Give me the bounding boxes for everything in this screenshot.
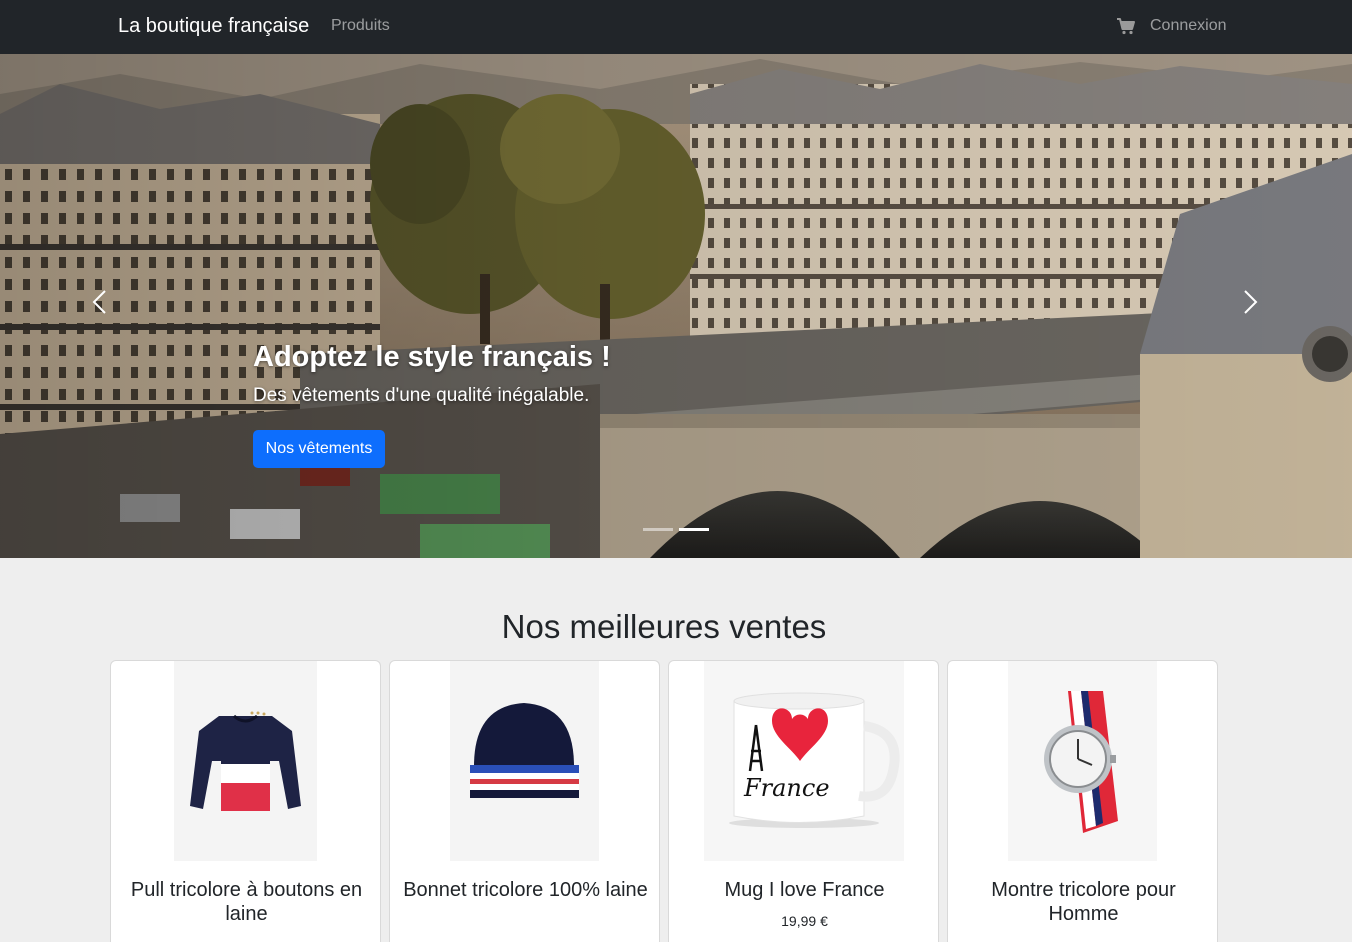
hero-overlay: [0, 54, 1352, 558]
product-price: 19,99 €: [781, 913, 828, 929]
carousel-indicator-2[interactable]: [679, 528, 709, 531]
top-navbar: La boutique française Produits Connexion: [0, 0, 1352, 54]
svg-text:France: France: [743, 774, 830, 802]
login-link[interactable]: Connexion: [1150, 17, 1227, 35]
watch-image[interactable]: [1008, 661, 1157, 861]
product-name[interactable]: Pull tricolore à boutons en laine: [121, 878, 372, 926]
shop-clothes-button[interactable]: Nos vêtements: [253, 430, 385, 468]
carousel-next-icon[interactable]: [1236, 287, 1266, 317]
product-card[interactable]: Montre tricolore pour Homme: [947, 660, 1218, 942]
hero-carousel: Adoptez le style français ! Des vêtement…: [0, 54, 1352, 558]
nav-link-products[interactable]: Produits: [331, 17, 390, 35]
product-name[interactable]: Mug I love France: [679, 878, 930, 902]
carousel-prev-icon[interactable]: [86, 287, 116, 317]
product-card[interactable]: Bonnet tricolore 100% laine: [389, 660, 660, 942]
product-card[interactable]: Pull tricolore à boutons en laine: [110, 660, 381, 942]
cart-icon[interactable]: [1116, 16, 1136, 36]
beanie-image[interactable]: [450, 661, 599, 861]
carousel-indicator-1[interactable]: [643, 528, 673, 531]
mug-image[interactable]: France: [704, 661, 904, 861]
product-name[interactable]: Montre tricolore pour Homme: [958, 878, 1209, 926]
brand-link[interactable]: La boutique française: [118, 15, 309, 38]
product-card[interactable]: France Mug I love France 19,99 €: [668, 660, 939, 942]
bestsellers-title: Nos meilleures ventes: [501, 608, 827, 645]
hero-title: Adoptez le style français !: [253, 341, 611, 373]
hero-subtitle: Des vêtements d'une qualité inégalable.: [253, 385, 590, 406]
product-name[interactable]: Bonnet tricolore 100% laine: [400, 878, 651, 902]
sweater-image[interactable]: [174, 661, 317, 861]
